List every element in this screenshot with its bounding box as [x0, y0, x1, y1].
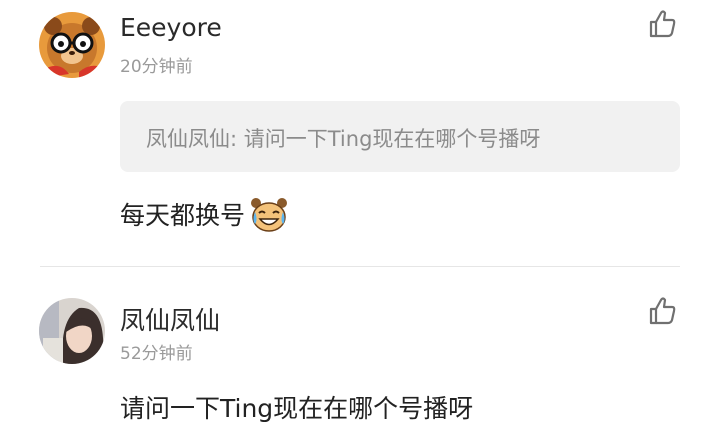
- username[interactable]: 凤仙凤仙: [120, 301, 220, 337]
- avatar[interactable]: [39, 298, 105, 364]
- comment-text: 请问一下Ting现在在哪个号播呀: [120, 394, 474, 423]
- username[interactable]: Eeeyore: [120, 13, 222, 42]
- avatar[interactable]: [39, 12, 105, 78]
- timestamp: 20分钟前: [120, 57, 193, 77]
- girl-photo-avatar-icon: [39, 298, 105, 364]
- like-button[interactable]: [646, 8, 678, 40]
- comment-text: 每天都换号: [120, 196, 289, 234]
- comment-item: Eeeyore 20分钟前 凤仙凤仙: 请问一下Ting现在在哪个号播呀 每天都…: [0, 0, 720, 266]
- cartoon-bear-avatar-icon: [39, 12, 105, 78]
- comment-text-content: 每天都换号: [120, 201, 246, 230]
- timestamp: 52分钟前: [120, 344, 193, 364]
- comment-item: 凤仙凤仙 52分钟前 请问一下Ting现在在哪个号播呀: [0, 267, 720, 438]
- thumbs-up-icon: [649, 297, 676, 325]
- like-button[interactable]: [646, 295, 678, 327]
- quoted-reply[interactable]: 凤仙凤仙: 请问一下Ting现在在哪个号播呀: [120, 101, 680, 172]
- thumbs-up-icon: [649, 10, 676, 38]
- laughing-crying-emoji-icon: [251, 198, 288, 232]
- quoted-text: 凤仙凤仙: 请问一下Ting现在在哪个号播呀: [146, 127, 541, 151]
